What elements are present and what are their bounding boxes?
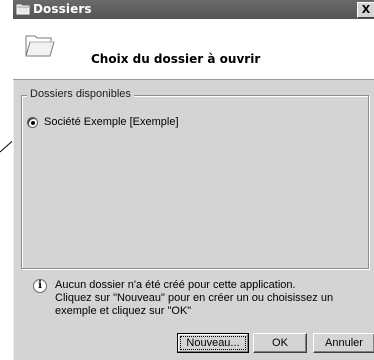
dossiers-dialog: Dossiers X Choix du dossier à ouvrir Dos… [12,0,374,360]
ok-button[interactable]: OK [253,333,307,353]
annuler-button[interactable]: Annuler [313,333,374,353]
title-bar[interactable]: Dossiers X [13,0,374,19]
info-line: exemple et cliquez sur "OK" [55,305,192,317]
group-legend: Dossiers disponibles [27,88,134,100]
open-folder-icon [25,35,55,57]
info-message: Aucun dossier n'a été créé pour cette ap… [55,279,373,318]
header-title: Choix du dossier à ouvrir [91,52,261,66]
folder-icon [16,4,30,15]
window-title: Dossiers [33,2,92,16]
close-button[interactable]: X [357,2,374,18]
info-icon: i [33,279,47,293]
nouveau-button[interactable]: Nouveau... [177,333,249,353]
folder-option-label: Société Exemple [Exemple] [44,116,179,128]
folder-option-societe-exemple[interactable]: Société Exemple [Exemple] [27,115,179,129]
info-line: Aucun dossier n'a été créé pour cette ap… [55,279,296,291]
info-line: Cliquez sur "Nouveau" pour en créer un o… [55,292,334,304]
radio-button-selected[interactable] [27,116,38,128]
dialog-header: Choix du dossier à ouvrir [13,19,374,80]
